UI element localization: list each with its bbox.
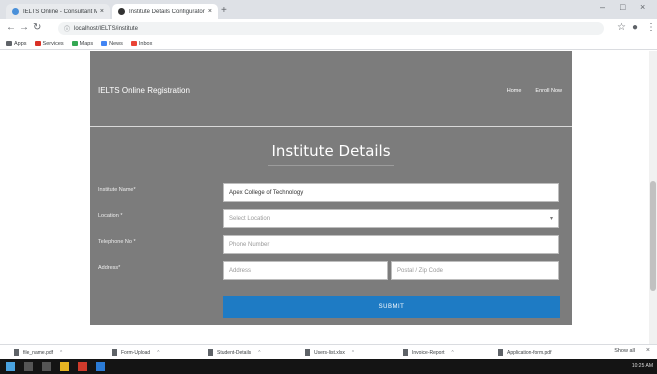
chevron-down-icon: ▾ <box>549 216 553 222</box>
tab-favicon-icon <box>118 8 125 15</box>
location-select[interactable]: Select Location ▾ <box>223 209 559 228</box>
bookmark-item[interactable]: News <box>101 41 123 47</box>
file-icon <box>14 349 19 356</box>
telephone-label: Telephone No * <box>98 239 136 245</box>
download-item[interactable]: Student-Details ⌃ <box>208 348 261 357</box>
file-icon <box>403 349 408 356</box>
file-icon <box>112 349 117 356</box>
minimize-icon[interactable]: – <box>600 2 605 12</box>
reload-icon[interactable]: ↻ <box>33 22 41 33</box>
chevron-up-icon[interactable]: ⌃ <box>257 350 261 356</box>
scrollbar-thumb[interactable] <box>650 181 656 291</box>
tab-label: Institute Details Configurator <box>129 8 205 15</box>
system-clock[interactable]: 10:25 AM <box>632 363 653 369</box>
os-taskbar: 10:25 AM <box>0 359 657 374</box>
chevron-up-icon[interactable]: ⌃ <box>156 350 160 356</box>
chevron-up-icon[interactable]: ⌃ <box>451 350 455 356</box>
section-heading: Institute Details <box>271 142 391 160</box>
windows-start-icon[interactable] <box>6 362 15 371</box>
maximize-icon[interactable]: □ <box>620 2 625 12</box>
address-bar[interactable]: ⓘ localhost/IELTS/institute <box>58 22 604 35</box>
close-tab-icon[interactable]: × <box>208 8 212 15</box>
bookmark-item[interactable]: Inbox <box>130 41 152 47</box>
downloads-bar: file_name.pdf ⌃ Form-Upload ⌃ Student-De… <box>0 344 657 359</box>
institute-name-input[interactable]: Apex College of Technology <box>223 183 559 202</box>
registration-panel: IELTS Online Registration Home Enroll No… <box>90 51 572 325</box>
download-item[interactable]: Users-list.xlsx ⌃ <box>305 348 355 357</box>
submit-button[interactable]: SUBMIT <box>223 296 560 318</box>
nav-link-home[interactable]: Home <box>507 88 522 94</box>
file-icon <box>498 349 503 356</box>
forward-arrow-icon[interactable]: → <box>19 22 29 33</box>
nav-link-enroll[interactable]: Enroll Now <box>535 88 562 94</box>
tab-favicon-icon <box>12 8 19 15</box>
apps-grid-icon <box>6 41 12 46</box>
download-item[interactable]: Form-Upload ⌃ <box>112 348 160 357</box>
bookmarks-bar: Apps Services Maps News Inbox <box>0 38 657 50</box>
browser-tab-active[interactable]: Institute Details Configurator × <box>112 4 218 19</box>
download-item[interactable]: Invoice-Report ⌃ <box>403 348 455 357</box>
url-text: localhost/IELTS/institute <box>74 25 138 32</box>
profile-icon[interactable]: ● <box>632 22 638 33</box>
chevron-up-icon[interactable]: ⌃ <box>351 350 355 356</box>
show-all-downloads-link[interactable]: Show all <box>614 348 635 354</box>
file-explorer-icon[interactable] <box>60 362 69 371</box>
bookmark-item[interactable]: Apps <box>6 41 27 47</box>
institute-name-label: Institute Name* <box>98 187 136 193</box>
download-item[interactable]: file_name.pdf ⌃ <box>14 348 63 357</box>
chevron-up-icon[interactable]: ⌃ <box>59 350 63 356</box>
address-input[interactable]: Address <box>223 261 388 280</box>
bookmark-item[interactable]: Maps <box>71 41 93 47</box>
heading-underline <box>268 165 394 166</box>
telephone-input[interactable]: Phone Number <box>223 235 559 254</box>
search-icon[interactable] <box>24 362 33 371</box>
address-label: Address* <box>98 265 121 271</box>
file-icon <box>305 349 310 356</box>
browser-tab-strip: IELTS Online - Consultant Mana × Institu… <box>0 0 657 19</box>
location-label: Location * <box>98 213 123 219</box>
close-window-icon[interactable]: × <box>640 2 645 12</box>
menu-kebab-icon[interactable]: ⋮ <box>646 22 656 33</box>
app-icon[interactable] <box>78 362 87 371</box>
inbox-icon <box>130 41 137 46</box>
site-nav: Home Enroll Now <box>507 88 562 94</box>
file-icon <box>208 349 213 356</box>
close-downloads-icon[interactable]: × <box>646 347 650 354</box>
download-item[interactable]: Application-form.pdf <box>498 348 551 357</box>
tab-label: IELTS Online - Consultant Mana <box>23 8 97 15</box>
bookmark-star-icon[interactable]: ☆ <box>617 22 626 33</box>
page-scrollbar[interactable] <box>649 51 657 344</box>
location-select-value: Select Location <box>229 215 271 222</box>
header-divider <box>90 126 572 127</box>
back-arrow-icon[interactable]: ← <box>6 22 16 33</box>
mail-icon <box>34 41 41 46</box>
bookmark-item[interactable]: Services <box>34 41 64 47</box>
task-view-icon[interactable] <box>42 362 51 371</box>
browser-toolbar: ← → ↻ ⓘ localhost/IELTS/institute ☆ ● ⋮ <box>0 19 657 38</box>
site-title[interactable]: IELTS Online Registration <box>98 86 190 95</box>
close-tab-icon[interactable]: × <box>100 8 104 15</box>
map-icon <box>71 41 78 46</box>
info-icon[interactable]: ⓘ <box>64 24 70 33</box>
new-tab-plus-icon[interactable]: + <box>221 5 227 16</box>
browser-tab[interactable]: IELTS Online - Consultant Mana × <box>6 4 110 19</box>
news-icon <box>101 41 108 46</box>
chrome-icon[interactable] <box>96 362 105 371</box>
postal-code-input[interactable]: Postal / Zip Code <box>391 261 559 280</box>
